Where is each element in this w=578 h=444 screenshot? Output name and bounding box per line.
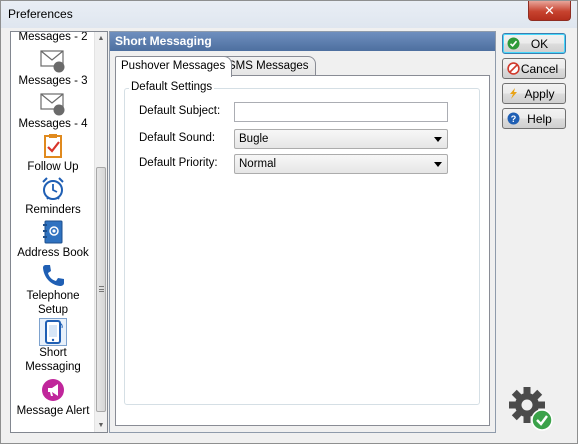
sidebar-item-messages-3[interactable]: Messages - 3 bbox=[11, 47, 95, 88]
address-book-icon bbox=[43, 220, 63, 244]
scrollbar-thumb[interactable] bbox=[96, 167, 106, 412]
tab-pushover-messages[interactable]: Pushover Messages bbox=[115, 56, 233, 77]
help-icon: ? bbox=[507, 112, 520, 125]
svg-text:?: ? bbox=[511, 114, 517, 124]
cancel-icon bbox=[507, 62, 520, 75]
sidebar-item-short-messaging[interactable]: Short Messaging bbox=[11, 318, 95, 374]
default-priority-select[interactable]: Normal bbox=[234, 154, 448, 174]
default-sound-label: Default Sound: bbox=[139, 132, 216, 144]
window-title: Preferences bbox=[8, 7, 73, 21]
settings-panel: Short Messaging Pushover Messages SMS Me… bbox=[109, 31, 496, 433]
sidebar-item-label: Address Book bbox=[17, 247, 89, 259]
sidebar-item-telephone-setup[interactable]: Telephone Setup bbox=[11, 262, 95, 317]
scrollbar-grip-icon bbox=[99, 286, 104, 292]
envelope-4-icon bbox=[40, 93, 65, 116]
default-sound-select[interactable]: Bugle bbox=[234, 129, 448, 149]
cancel-button[interactable]: Cancel bbox=[502, 58, 566, 79]
default-subject-input[interactable] bbox=[234, 102, 448, 122]
envelope-3-icon bbox=[40, 50, 65, 73]
mobile-phone-icon bbox=[39, 318, 67, 346]
telephone-icon bbox=[43, 265, 64, 286]
title-bar: Preferences ✕ bbox=[1, 1, 577, 28]
close-button[interactable]: ✕ bbox=[528, 1, 571, 21]
sidebar-item-label: Reminders bbox=[25, 204, 81, 216]
cancel-label: Cancel bbox=[520, 61, 559, 76]
preferences-window: Preferences ✕ Messages - 2 Messages - 3 bbox=[0, 0, 578, 444]
apply-label: Apply bbox=[524, 86, 555, 101]
sidebar-item-label: Messages - 2 bbox=[18, 31, 88, 43]
tab-strip: Pushover Messages SMS Messages bbox=[115, 56, 490, 77]
default-priority-label: Default Priority: bbox=[139, 157, 218, 169]
help-label: Help bbox=[527, 111, 552, 126]
default-sound-value: Bugle bbox=[239, 133, 269, 145]
sidebar-item-label: Short Messaging bbox=[25, 347, 81, 373]
sidebar-item-messages-4[interactable]: Messages - 4 bbox=[11, 90, 95, 131]
sidebar: Messages - 2 Messages - 3 Messages - 4 F… bbox=[10, 31, 108, 433]
sidebar-item-message-alert[interactable]: Message Alert bbox=[11, 377, 95, 418]
group-title: Default Settings bbox=[129, 81, 215, 93]
scroll-down-arrow-icon[interactable]: ▼ bbox=[95, 419, 107, 432]
ok-button[interactable]: OK bbox=[502, 33, 566, 54]
default-settings-group: Default Settings Default Subject: Defaul… bbox=[124, 81, 480, 405]
sidebar-item-label: Messages - 3 bbox=[18, 75, 88, 87]
default-priority-value: Normal bbox=[239, 158, 277, 170]
close-icon: ✕ bbox=[544, 2, 555, 18]
megaphone-icon bbox=[42, 379, 64, 401]
tab-content: Default Settings Default Subject: Defaul… bbox=[115, 75, 490, 426]
sidebar-item-reminders[interactable]: Reminders bbox=[11, 176, 95, 217]
sidebar-item-label: Follow Up bbox=[27, 161, 79, 173]
sidebar-item-address-book[interactable]: Address Book bbox=[11, 219, 95, 260]
ok-label: OK bbox=[530, 36, 549, 51]
sidebar-item-label: Message Alert bbox=[16, 405, 90, 417]
gear-check-icon bbox=[509, 387, 553, 431]
chevron-down-icon bbox=[434, 137, 442, 142]
sidebar-item-label: Telephone Setup bbox=[26, 290, 80, 316]
chevron-down-icon bbox=[434, 162, 442, 167]
checkmark-icon bbox=[507, 37, 520, 50]
alarm-clock-icon bbox=[42, 177, 64, 200]
apply-button[interactable]: Apply bbox=[502, 83, 566, 104]
clipboard-check-icon bbox=[44, 134, 62, 158]
scroll-up-arrow-icon[interactable]: ▲ bbox=[95, 32, 107, 45]
default-subject-label: Default Subject: bbox=[139, 105, 221, 117]
sidebar-item-messages-2[interactable]: Messages - 2 bbox=[11, 31, 95, 44]
sidebar-scrollbar[interactable]: ▲ ▼ bbox=[94, 32, 107, 432]
sidebar-list: Messages - 2 Messages - 3 Messages - 4 F… bbox=[11, 32, 95, 432]
sidebar-item-label: Messages - 4 bbox=[18, 118, 88, 130]
lightning-icon bbox=[510, 88, 517, 99]
panel-title: Short Messaging bbox=[110, 32, 495, 51]
help-button[interactable]: ? Help bbox=[502, 108, 566, 129]
sidebar-item-follow-up[interactable]: Follow Up bbox=[11, 133, 95, 174]
tab-sms-messages[interactable]: SMS Messages bbox=[222, 56, 316, 76]
